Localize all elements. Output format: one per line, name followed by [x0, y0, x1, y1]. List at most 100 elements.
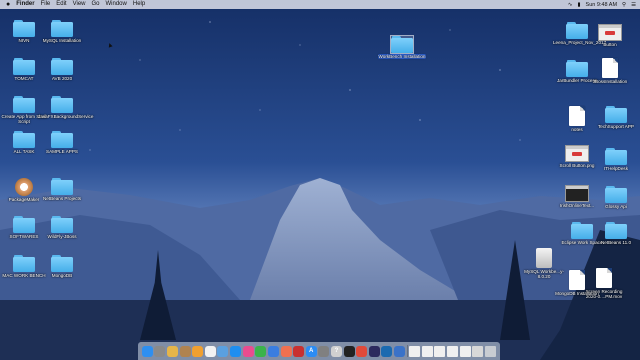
folder-icon	[605, 222, 627, 239]
menu-file[interactable]: File	[41, 0, 51, 9]
contacts-icon[interactable]	[179, 345, 191, 357]
desktop-icon[interactable]: TechSupport APP	[592, 106, 640, 129]
desktop-icon[interactable]: NetBeans 11.0	[592, 222, 640, 245]
desktop-icon-label: WorkBench Installation	[378, 54, 426, 60]
itunes-icon[interactable]	[242, 345, 254, 357]
desktop-icon-workbench-installation[interactable]: WorkBench Installation	[378, 35, 426, 60]
desktop-icon-label: MongoDB Installation	[555, 291, 599, 296]
document-icon	[602, 58, 618, 78]
notes-icon[interactable]	[167, 345, 179, 357]
pages-icon[interactable]	[192, 345, 204, 357]
recent-doc-2-icon[interactable]	[421, 345, 433, 357]
numbers-icon[interactable]	[255, 345, 267, 357]
app-store-icon[interactable]: A	[305, 345, 317, 357]
desktop-icon-label: SAMPLE APPS	[46, 149, 78, 154]
menu-extras: ∿ ▮ Sun 9:48 AM ⚲ ☰	[568, 0, 636, 9]
desktop-icon-label: Button	[603, 42, 617, 47]
dock-separator	[406, 345, 408, 357]
desktop-icon[interactable]: SAMPLE APPS	[38, 131, 86, 154]
desktop-icon[interactable]: JBossInstallation	[586, 58, 634, 84]
menu-finder[interactable]: Finder	[16, 0, 34, 9]
spotlight-icon[interactable]: ⚲	[622, 2, 626, 8]
folder-icon	[51, 58, 73, 75]
photo-booth-icon[interactable]	[293, 345, 305, 357]
preview-icon[interactable]	[217, 345, 229, 357]
recent-doc-1-icon[interactable]	[409, 345, 421, 357]
folder-icon	[51, 96, 73, 113]
launchpad-icon[interactable]	[154, 345, 166, 357]
folder-icon	[390, 35, 414, 54]
folder-icon	[571, 222, 593, 239]
document-icon	[569, 106, 585, 126]
desktop-icon[interactable]: MongoDB Installation	[553, 270, 601, 296]
photos-icon[interactable]	[280, 345, 292, 357]
menu-edit[interactable]: Edit	[56, 0, 66, 9]
desktop-icon[interactable]: Glossy Api	[592, 186, 640, 209]
menu-go[interactable]: Go	[92, 0, 100, 9]
desktop-icon[interactable]: AVB 2020	[38, 58, 86, 81]
menu-window[interactable]: Window	[106, 0, 127, 9]
folder-icon	[51, 131, 73, 148]
desktop-icon-label: MongoDB	[51, 273, 73, 278]
folder-icon	[566, 22, 588, 39]
folder-icon	[13, 131, 35, 148]
trash-icon[interactable]	[484, 345, 496, 357]
textedit-icon[interactable]	[204, 345, 216, 357]
system-preferences-icon[interactable]	[318, 345, 330, 357]
desktop-icon-label: JBossInstallation	[592, 79, 628, 84]
image-file-icon	[565, 145, 589, 162]
eclipse-icon[interactable]	[368, 345, 380, 357]
folder-icon	[51, 216, 73, 233]
package-icon	[15, 178, 33, 196]
image-file-icon	[598, 24, 622, 41]
menu-help[interactable]: Help	[133, 0, 145, 9]
netbeans-icon[interactable]	[381, 345, 393, 357]
desktop-icon[interactable]: JavaFXBackgroundService	[38, 96, 94, 119]
menu-bar: ● Finder File Edit View Go Window Help ∿…	[0, 0, 640, 9]
notification-center-icon[interactable]: ☰	[631, 2, 636, 8]
recent-doc-3-icon[interactable]	[434, 345, 446, 357]
desktop-icon-label: NetBeans Projects	[42, 196, 82, 201]
downloads-stack-icon[interactable]	[472, 345, 484, 357]
image-file-icon	[565, 185, 589, 202]
menu-view[interactable]: View	[73, 0, 86, 9]
folder-icon	[51, 178, 73, 195]
clock[interactable]: Sun 9:48 AM	[586, 2, 618, 8]
xcode-icon[interactable]	[393, 345, 405, 357]
recent-doc-5-icon[interactable]	[459, 345, 471, 357]
apple-menu-icon[interactable]: ●	[6, 0, 10, 9]
desktop-icon[interactable]: MongoDB	[38, 255, 86, 278]
desktop-icon[interactable]: ITHelpDesk	[592, 148, 640, 171]
finder-icon[interactable]	[141, 345, 153, 357]
chrome-icon[interactable]	[356, 345, 368, 357]
desktop-icon-label: WildFly-JBoss	[47, 234, 77, 239]
folder-icon	[13, 20, 35, 37]
desktop-icon-label: MySQL Installation	[42, 38, 82, 43]
folder-icon	[13, 96, 35, 113]
folder-icon	[51, 255, 73, 272]
desktop-icon[interactable]: MySQL Installation	[38, 20, 86, 43]
keynote-icon[interactable]	[267, 345, 279, 357]
desktop-icon-label: NetBeans 11.0	[600, 240, 632, 245]
desktop-icon-label: Glossy Api	[605, 204, 627, 209]
folder-icon	[13, 255, 35, 272]
folder-icon	[605, 106, 627, 123]
folder-icon	[566, 60, 588, 77]
desktop-icon-label: JavaFXBackgroundService	[38, 114, 94, 119]
desktop-icon[interactable]: Button	[586, 22, 634, 47]
folder-icon	[13, 58, 35, 75]
dock: A?	[138, 342, 500, 360]
desktop-icon-label: ITHelpDesk	[604, 166, 628, 171]
desktop-icon[interactable]: NetBeans Projects	[38, 178, 86, 201]
wifi-icon[interactable]: ∿	[568, 2, 573, 8]
folder-icon	[13, 216, 35, 233]
terminal-icon[interactable]	[343, 345, 355, 357]
help-icon[interactable]: ?	[330, 345, 342, 357]
desktop-icon-label: TechSupport APP	[597, 124, 634, 129]
recent-doc-4-icon[interactable]	[447, 345, 459, 357]
battery-icon[interactable]: ▮	[578, 2, 581, 8]
desktop-icon[interactable]: WildFly-JBoss	[38, 216, 86, 239]
disk-image-icon	[536, 248, 552, 268]
safari-icon[interactable]	[230, 345, 242, 357]
desktop-wallpaper	[0, 0, 640, 360]
